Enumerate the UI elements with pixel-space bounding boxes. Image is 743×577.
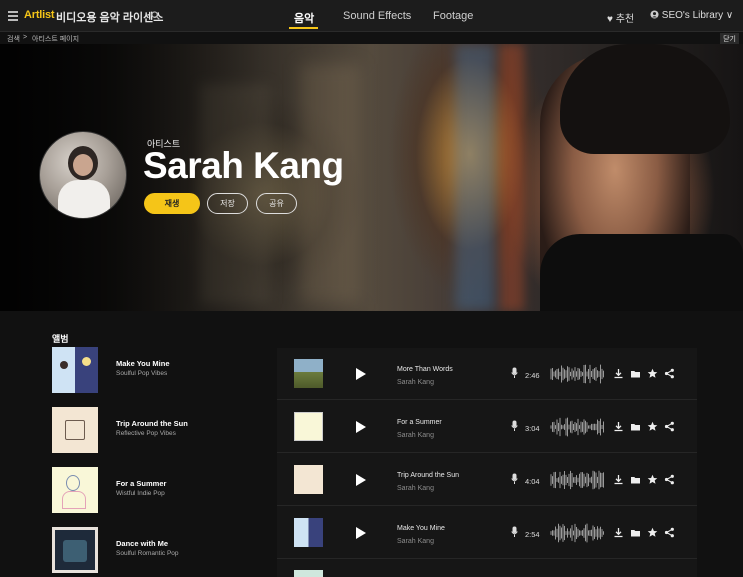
track-title[interactable]: More Than Words xyxy=(397,366,453,373)
waveform[interactable] xyxy=(550,363,604,385)
save-button[interactable]: 저장 xyxy=(207,193,248,214)
track-cover-image xyxy=(294,465,323,494)
favorite-star-icon[interactable] xyxy=(647,527,658,538)
download-icon[interactable] xyxy=(613,368,624,379)
breadcrumb-current: 아티스트 페이지 xyxy=(32,36,80,43)
album-subtitle: Wistful Indie Pop xyxy=(116,490,165,497)
track-row[interactable] xyxy=(277,560,697,577)
tab-footage[interactable]: Footage xyxy=(433,10,473,22)
vocals-icon xyxy=(511,526,518,537)
cover-figure-shape xyxy=(60,361,68,369)
breadcrumb-separator: > xyxy=(23,34,28,41)
album-cover-image xyxy=(52,467,98,513)
track-list: More Than Words Sarah Kang 2:46 For a Su… xyxy=(277,348,697,577)
recommend-link[interactable]: ♥ 추천 xyxy=(607,10,634,25)
top-navigation: Artlist 비디오용 음악 라이센스 음악 Sound Effects Fo… xyxy=(0,0,743,32)
track-title[interactable]: Make You Mine xyxy=(397,525,445,532)
album-card[interactable]: Make You Mine Soulful Pop Vibes xyxy=(52,347,252,393)
artist-name: Sarah Kang xyxy=(143,145,344,186)
album-title: Make You Mine xyxy=(116,359,170,368)
breadcrumb-search-link[interactable]: 검색 xyxy=(7,34,20,44)
share-icon[interactable] xyxy=(664,421,675,432)
track-title[interactable]: Trip Around the Sun xyxy=(397,472,459,479)
user-icon xyxy=(650,10,659,19)
library-menu[interactable]: SEO's Library ∨ xyxy=(650,10,733,21)
waveform[interactable] xyxy=(550,522,604,544)
tab-music[interactable]: 음악 xyxy=(294,10,314,26)
track-cover-image xyxy=(294,359,323,388)
share-button[interactable]: 공유 xyxy=(256,193,297,214)
cover-illustration-shape xyxy=(65,420,85,440)
play-icon[interactable] xyxy=(356,368,366,380)
album-subtitle: Reflective Pop Vibes xyxy=(116,430,176,437)
share-icon[interactable] xyxy=(664,527,675,538)
track-artist[interactable]: Sarah Kang xyxy=(397,538,434,545)
waveform[interactable] xyxy=(550,416,604,438)
track-cover-image xyxy=(294,518,323,547)
artlist-logo[interactable]: Artlist xyxy=(24,9,55,21)
tab-sound-effects[interactable]: Sound Effects xyxy=(343,10,411,22)
cover-illustration-shape xyxy=(63,540,87,562)
favorite-star-icon[interactable] xyxy=(647,421,658,432)
cover-figure-shape xyxy=(62,491,86,509)
vocals-icon xyxy=(511,367,518,378)
track-row[interactable]: Trip Around the Sun Sarah Kang 4:04 xyxy=(277,454,697,506)
track-duration: 4:04 xyxy=(525,477,540,486)
track-duration: 2:46 xyxy=(525,371,540,380)
album-title: For a Summer xyxy=(116,479,167,488)
play-icon[interactable] xyxy=(356,421,366,433)
add-to-folder-icon[interactable] xyxy=(630,421,641,432)
track-row[interactable]: For a Summer Sarah Kang 3:04 xyxy=(277,401,697,453)
play-icon[interactable] xyxy=(356,527,366,539)
add-to-folder-icon[interactable] xyxy=(630,527,641,538)
avatar-face-shape xyxy=(73,154,93,176)
artist-hero-banner: 아티스트 Sarah Kang 재생 저장 공유 xyxy=(0,44,743,311)
cover-figure-shape xyxy=(66,475,80,491)
avatar-shirt-shape xyxy=(58,180,110,218)
vocals-icon xyxy=(511,420,518,431)
track-artist[interactable]: Sarah Kang xyxy=(397,379,434,386)
track-cover-image xyxy=(294,570,323,577)
share-icon[interactable] xyxy=(664,368,675,379)
favorite-star-icon[interactable] xyxy=(647,368,658,379)
add-to-folder-icon[interactable] xyxy=(630,368,641,379)
album-card[interactable]: Trip Around the Sun Reflective Pop Vibes xyxy=(52,407,252,453)
track-cover-image xyxy=(294,412,323,441)
album-cover-image xyxy=(52,347,98,393)
album-card[interactable]: For a Summer Wistful Indie Pop xyxy=(52,467,252,513)
cover-moon-shape xyxy=(82,357,91,366)
album-cover-image xyxy=(52,407,98,453)
download-icon[interactable] xyxy=(613,421,624,432)
track-row[interactable]: Make You Mine Sarah Kang 2:54 xyxy=(277,507,697,559)
site-title: 비디오용 음악 라이센스 xyxy=(56,12,164,24)
search-icon[interactable] xyxy=(151,11,160,20)
track-duration: 3:04 xyxy=(525,424,540,433)
artist-avatar xyxy=(39,131,127,219)
album-card[interactable]: Dance with Me Soulful Romantic Pop xyxy=(52,527,252,573)
play-button[interactable]: 재생 xyxy=(144,193,200,214)
track-row[interactable]: More Than Words Sarah Kang 2:46 xyxy=(277,348,697,400)
library-label: SEO's Library ∨ xyxy=(661,10,734,21)
active-tab-indicator xyxy=(289,27,318,29)
add-to-folder-icon[interactable] xyxy=(630,474,641,485)
favorite-star-icon[interactable] xyxy=(647,474,658,485)
album-subtitle: Soulful Pop Vibes xyxy=(116,370,168,377)
share-icon[interactable] xyxy=(664,474,675,485)
album-subtitle: Soulful Romantic Pop xyxy=(116,550,179,557)
track-artist[interactable]: Sarah Kang xyxy=(397,432,434,439)
hamburger-menu-icon[interactable] xyxy=(8,11,18,21)
breadcrumb: 검색 > 아티스트 페이지 닫기 xyxy=(0,32,743,45)
track-title[interactable]: For a Summer xyxy=(397,419,442,426)
track-artist[interactable]: Sarah Kang xyxy=(397,485,434,492)
download-icon[interactable] xyxy=(613,527,624,538)
track-duration: 2:54 xyxy=(525,530,540,539)
album-title: Trip Around the Sun xyxy=(116,419,188,428)
album-title: Dance with Me xyxy=(116,539,169,548)
play-icon[interactable] xyxy=(356,474,366,486)
albums-section-title: 앨범 xyxy=(52,334,69,344)
vocals-icon xyxy=(511,473,518,484)
download-icon[interactable] xyxy=(613,474,624,485)
album-cover-image xyxy=(52,527,98,573)
waveform[interactable] xyxy=(550,469,604,491)
